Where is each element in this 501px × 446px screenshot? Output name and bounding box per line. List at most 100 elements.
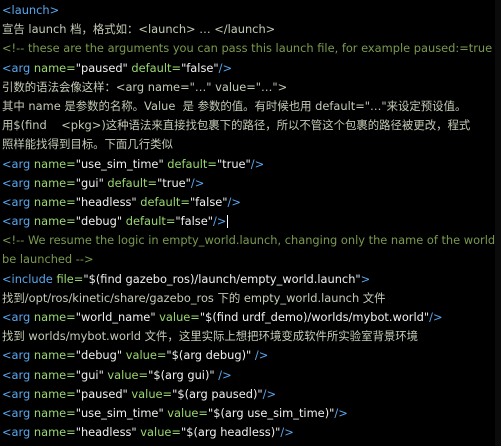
code-token: />: [250, 156, 265, 171]
code-token: >: [360, 271, 371, 286]
code-token: "false": [189, 194, 228, 209]
code-token: 找到/opt/ros/kinetic/share/gazebo_ros 下的 e…: [2, 290, 386, 305]
code-token: <arg: [2, 367, 31, 382]
code-line[interactable]: 找到/opt/ros/kinetic/share/gazebo_ros 下的 e…: [2, 289, 501, 308]
code-token: name=: [30, 156, 76, 171]
code-line[interactable]: <arg name="debug" default="false"/>: [2, 212, 501, 231]
code-line[interactable]: 用$(find <pkg>)这种语法来直接找包裹下的路径，所以不管这个包裹的路径…: [2, 116, 501, 135]
code-token: "use_sim_time": [75, 405, 164, 420]
code-token: />: [280, 425, 294, 440]
code-token: value=: [122, 348, 167, 363]
code-token: />: [429, 310, 443, 324]
code-token: value=: [155, 310, 200, 324]
code-token: "paused": [75, 60, 128, 75]
code-line[interactable]: <arg name="gui" default="true"/>: [2, 174, 501, 193]
code-line[interactable]: <arg name="debug" value="$(arg debug)" /…: [2, 346, 501, 365]
code-token: "use_sim_time": [75, 156, 164, 171]
code-editor[interactable]: <launch> 宣告 launch 档，格式如：<launch> … </lau…: [0, 0, 501, 446]
code-line[interactable]: <arg name="world_name" value="$(find urd…: [2, 308, 501, 327]
code-line[interactable]: <arg name="headless" default="false"/>: [2, 193, 501, 212]
code-line[interactable]: <!-- these are the arguments you can pas…: [2, 39, 501, 58]
code-token: "false": [175, 214, 213, 229]
code-token: <launch>: [2, 3, 60, 17]
code-token: "paused": [75, 386, 128, 401]
code-token: />: [334, 405, 348, 420]
code-token: value=: [136, 425, 181, 440]
code-token: default=: [136, 194, 190, 209]
code-token: />: [212, 214, 227, 229]
code-line[interactable]: <launch>: [2, 1, 501, 20]
code-line[interactable]: <!-- We resume the logic in empty_world.…: [2, 231, 501, 250]
text-caret: [227, 215, 229, 229]
code-token: name=: [30, 175, 76, 190]
code-token: name=: [30, 405, 76, 420]
code-line[interactable]: <include file="$(find gazebo_ros)/launch…: [2, 270, 501, 289]
code-token: 其中 name 是参数的名称。Value 是 参数的值。有时候也用 defaul…: [2, 98, 467, 113]
scrollbar[interactable]: [495, 0, 501, 446]
code-token: <arg: [2, 60, 31, 75]
code-token: "$(arg debug)": [166, 348, 252, 363]
code-token: />: [214, 367, 232, 382]
code-token: <arg: [2, 425, 31, 440]
code-token: <arg: [2, 194, 31, 209]
code-token: "true": [157, 175, 191, 190]
code-line[interactable]: be launched -->: [2, 250, 501, 269]
code-token: name=: [30, 60, 76, 75]
code-lines: <launch> 宣告 launch 档，格式如：<launch> … </lau…: [2, 1, 501, 442]
code-token: <!-- We resume the logic in empty_world.…: [2, 233, 501, 248]
code-token: be launched -->: [2, 252, 94, 267]
code-token: file=: [52, 271, 84, 286]
code-token: />: [227, 194, 241, 209]
code-token: 引数的语法会像这样：<arg name="…" value="…">: [2, 79, 288, 94]
code-line[interactable]: <arg name="headless" value="$(arg headle…: [2, 423, 501, 442]
code-token: "$(arg paused)": [172, 386, 263, 401]
code-token: />: [251, 348, 269, 363]
code-token: "$(arg headless)": [180, 425, 281, 440]
code-token: <!-- these are the arguments you can pas…: [2, 41, 501, 56]
code-line[interactable]: <arg name="paused" value="$(arg paused)"…: [2, 385, 501, 404]
code-token: <include: [2, 271, 53, 286]
code-token: <arg: [2, 214, 31, 229]
code-token: "debug": [75, 348, 123, 363]
code-token: "world_name": [75, 310, 156, 324]
code-token: value=: [103, 367, 149, 382]
code-token: name=: [30, 194, 76, 209]
code-token: "false": [181, 60, 219, 75]
code-token: <arg: [2, 348, 31, 363]
code-line[interactable]: 宣告 launch 档，格式如：<launch> … </launch>: [2, 20, 501, 39]
code-line[interactable]: <arg name="gui" value="$(arg gui)" />: [2, 366, 501, 385]
code-token: 用$(find <pkg>)这种语法来直接找包裹下的路径，所以不管这个包裹的路径…: [2, 118, 471, 133]
code-token: <arg: [2, 310, 31, 324]
code-line[interactable]: 引数的语法会像这样：<arg name="…" value="…">: [2, 78, 501, 97]
code-token: "headless": [75, 425, 137, 440]
code-token: />: [218, 60, 233, 75]
code-token: "gui": [75, 175, 104, 190]
code-token: "$(arg use_sim_time)": [207, 405, 335, 420]
code-token: <arg: [2, 386, 31, 401]
code-token: "$(find urdf_demo)/worlds/mybot.world": [199, 310, 430, 324]
code-token: "$(find gazebo_ros)/launch/empty_world.l…: [83, 271, 361, 286]
code-token: 宣告 launch 档，格式如：<launch> … </launch>: [2, 22, 276, 37]
code-token: "$(arg gui)": [148, 367, 215, 382]
code-line[interactable]: <arg name="use_sim_time" default="true"/…: [2, 155, 501, 174]
code-token: name=: [30, 348, 76, 363]
code-token: value=: [127, 386, 173, 401]
code-line[interactable]: 照样能找得到目标。下面几行类似: [2, 135, 501, 154]
code-token: "debug": [75, 214, 123, 229]
code-token: name=: [30, 367, 76, 382]
code-line[interactable]: <arg name="paused" default="false"/>: [2, 59, 501, 78]
code-token: <arg: [2, 405, 31, 420]
code-token: 照样能找得到目标。下面几行类似: [2, 137, 173, 152]
code-token: name=: [30, 310, 76, 324]
code-token: default=: [122, 214, 176, 229]
code-token: name=: [30, 425, 76, 440]
code-token: <arg: [2, 156, 31, 171]
code-token: name=: [30, 214, 76, 229]
code-line[interactable]: 其中 name 是参数的名称。Value 是 参数的值。有时候也用 defaul…: [2, 97, 501, 116]
code-line[interactable]: <arg name="use_sim_time" value="$(arg us…: [2, 404, 501, 423]
code-token: 找到 worlds/mybot.world 文件，这里实际上想把环境变成软件所实…: [2, 329, 419, 344]
code-token: />: [190, 175, 205, 190]
code-token: default=: [103, 175, 158, 190]
code-line[interactable]: 找到 worlds/mybot.world 文件，这里实际上想把环境变成软件所实…: [2, 327, 501, 346]
code-token: value=: [163, 405, 208, 420]
